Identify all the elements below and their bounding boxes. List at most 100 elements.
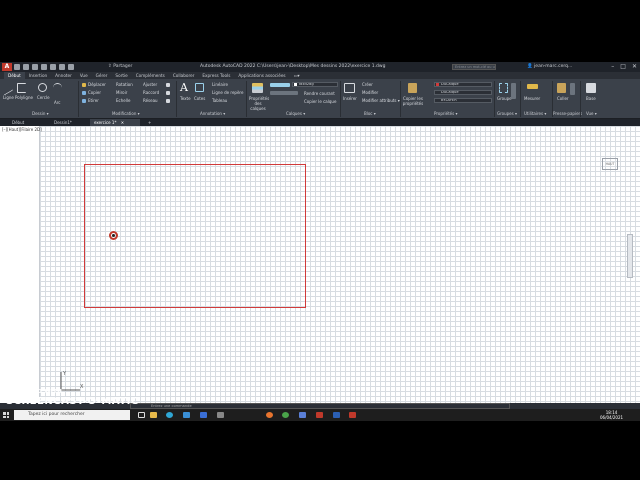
paste-icon[interactable] — [557, 83, 566, 93]
ribbon-toggle-icon[interactable]: ▭▾ — [290, 72, 304, 79]
modify-panel-label[interactable]: Modification ▾ — [112, 111, 140, 116]
edit-attributes-button[interactable]: Modifier attributs ▾ — [362, 98, 400, 103]
task-view-icon[interactable] — [138, 412, 145, 418]
undo-icon[interactable] — [59, 64, 65, 70]
new-tab-button[interactable]: + — [144, 119, 155, 126]
save-as-icon[interactable] — [41, 64, 47, 70]
text-button[interactable]: Texte — [180, 96, 191, 101]
base-view-button[interactable]: Base — [586, 96, 596, 101]
group-button[interactable]: Groupe — [497, 96, 512, 101]
linetype-dropdown[interactable]: DuCalque — [434, 90, 492, 95]
annotation-panel-label[interactable]: Annotation ▾ — [200, 111, 225, 116]
group-icon[interactable] — [499, 83, 508, 93]
save-icon[interactable] — [32, 64, 38, 70]
tab-collaborer[interactable]: Collaborer — [169, 72, 199, 79]
autocad-taskbar-icon[interactable] — [316, 412, 323, 418]
view-panel-label[interactable]: Vue ▾ — [586, 111, 597, 116]
plot-icon[interactable] — [50, 64, 56, 70]
minimize-icon[interactable]: – — [611, 63, 614, 70]
open-icon[interactable] — [23, 64, 29, 70]
block-panel-label[interactable]: Bloc ▾ — [364, 111, 376, 116]
line-icon[interactable] — [4, 80, 13, 96]
table-button[interactable]: Tableau — [212, 98, 227, 103]
share-button[interactable]: ⇪ Partager — [108, 64, 132, 69]
tab-annoter[interactable]: Annoter — [51, 72, 76, 79]
help-search-input[interactable]: Entrez un mot-clé ou une expression — [452, 64, 496, 70]
edit-block-button[interactable]: Modifier — [362, 90, 378, 95]
match-layer-button[interactable]: Copier le calque — [304, 99, 336, 104]
insert-icon[interactable] — [344, 83, 355, 93]
file-explorer-icon[interactable] — [150, 412, 157, 418]
utilities-panel-label[interactable]: Utilitaires ▾ — [524, 111, 546, 116]
layer-state-icons[interactable] — [270, 83, 290, 87]
taskbar-search-input[interactable]: Tapez ici pour rechercher — [14, 410, 130, 420]
array-button[interactable]: Réseau — [143, 98, 158, 103]
rotate-button[interactable]: Rotation — [116, 82, 133, 87]
scale-button[interactable]: Echelle — [116, 98, 130, 103]
tab-express-tools[interactable]: Express Tools — [198, 72, 234, 79]
red-circle[interactable] — [109, 231, 118, 240]
arc-icon[interactable] — [53, 83, 62, 92]
paste-button[interactable]: Coller — [557, 96, 569, 101]
autocad-logo-icon[interactable]: A — [2, 63, 12, 71]
maximize-icon[interactable]: □ — [620, 63, 626, 70]
move-button[interactable]: Déplacer — [88, 82, 106, 87]
linear-dim-button[interactable]: Linéaire — [212, 82, 228, 87]
firefox-icon[interactable] — [266, 412, 273, 418]
tab-insertion[interactable]: Insertion — [25, 72, 51, 79]
trim-button[interactable]: Ajuster — [143, 82, 157, 87]
viewcube-top-face[interactable]: HAUT — [602, 158, 618, 170]
layer-properties-button[interactable]: Propriétés des calques — [249, 96, 269, 111]
make-current-button[interactable]: Rendre courant — [304, 91, 335, 96]
properties-panel-label[interactable]: Propriétés ▾ — [434, 111, 458, 116]
polyline-icon[interactable] — [17, 83, 26, 93]
close-tab-icon[interactable]: ✕ — [121, 120, 124, 125]
fillet-button[interactable]: Raccord — [143, 90, 159, 95]
measure-button[interactable]: Mesurer — [524, 96, 540, 101]
viewcube[interactable]: HAUT — [600, 152, 620, 190]
groups-panel-label[interactable]: Groupes ▾ — [497, 111, 517, 116]
layer-dropdown[interactable]: Idxd2dg — [292, 82, 338, 87]
user-account[interactable]: 👤 jean-marc.cerq... — [527, 64, 572, 69]
store-icon[interactable] — [183, 412, 190, 418]
word-icon[interactable] — [333, 412, 340, 418]
tab-gerer[interactable]: Gérer — [92, 72, 112, 79]
close-icon[interactable]: ✕ — [632, 63, 637, 70]
tab-applications-associees[interactable]: Applications associées — [234, 72, 289, 79]
edge-icon[interactable] — [166, 412, 173, 418]
dimension-button[interactable]: Cotes — [194, 96, 205, 101]
file-tab-dessin1[interactable]: Dessin1* — [50, 119, 76, 126]
mail-icon[interactable] — [200, 412, 207, 418]
viewport-controls[interactable]: [–][Haut][Filaire 2D] — [2, 127, 42, 132]
base-view-icon[interactable] — [586, 83, 596, 93]
polyline-button[interactable]: Polyligne — [15, 95, 33, 100]
drawing-canvas[interactable]: [–][Haut][Filaire 2D] HAUT Y X — [0, 126, 640, 403]
color-dropdown[interactable]: DuCalque — [434, 82, 492, 87]
draw-panel-label[interactable]: Dessin ▾ — [32, 111, 49, 116]
create-block-button[interactable]: Créer — [362, 82, 373, 87]
copy-clip-icon[interactable] — [570, 83, 575, 95]
stretch-button[interactable]: Etirer — [88, 98, 99, 103]
leader-button[interactable]: Ligne de repère — [212, 90, 243, 95]
clipboard-panel-label[interactable]: Presse-papiers — [553, 111, 582, 116]
redo-icon[interactable] — [68, 64, 74, 70]
erase-icon[interactable] — [166, 83, 170, 87]
layer-properties-icon[interactable] — [252, 83, 263, 93]
recorder-icon[interactable] — [299, 412, 306, 418]
file-tab-debut[interactable]: Début — [8, 119, 28, 126]
autocad-2-taskbar-icon[interactable] — [349, 412, 356, 418]
line-button[interactable]: Ligne — [3, 95, 14, 100]
match-properties-button[interactable]: Copier les propriétés — [402, 96, 424, 106]
app-icon[interactable] — [217, 412, 224, 418]
layer-tools-icons[interactable] — [270, 91, 298, 95]
tab-vue[interactable]: Vue — [76, 72, 92, 79]
circle-button[interactable]: Cercle — [37, 95, 50, 100]
layers-panel-label[interactable]: Calques ▾ — [286, 111, 305, 116]
tab-complements[interactable]: Compléments — [132, 72, 169, 79]
mirror-button[interactable]: Miroir — [116, 90, 127, 95]
windows-start-icon[interactable] — [3, 412, 9, 418]
group-tools-icon[interactable] — [511, 83, 516, 99]
text-icon[interactable]: A — [180, 82, 190, 94]
copy-button[interactable]: Copier — [88, 90, 101, 95]
chrome-icon[interactable] — [282, 412, 289, 418]
